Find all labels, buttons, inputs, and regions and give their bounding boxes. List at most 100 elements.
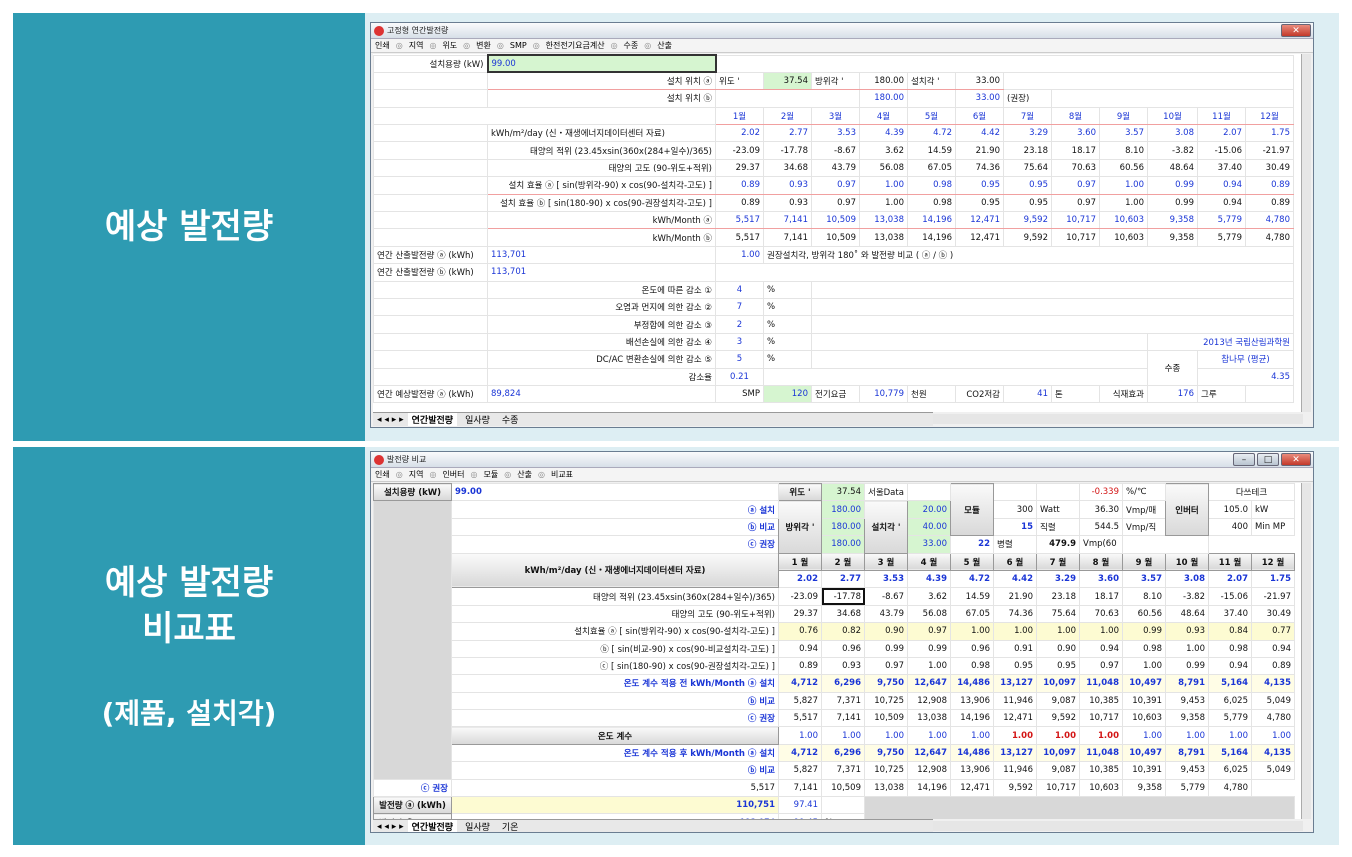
tab-nav-arrows-icon[interactable]: ◂ ◂ ▸ ▸ — [377, 415, 404, 425]
menu-item[interactable]: 지역 — [409, 469, 424, 480]
value-cell: 0.97 — [811, 193, 860, 213]
close-button[interactable]: ✕ — [1281, 24, 1311, 37]
loss-input[interactable]: 7 — [715, 297, 764, 317]
menu-item[interactable]: 인버터 — [442, 469, 464, 480]
tilt-value[interactable]: 40.00 — [907, 517, 951, 537]
month-header[interactable]: 8 월 — [1079, 552, 1123, 571]
horizontal-scrollbar[interactable] — [933, 414, 1303, 424]
month-header[interactable]: 12 월 — [1251, 552, 1295, 571]
declination-value: -23.09 — [778, 587, 822, 606]
temp-coef-button[interactable]: 온도 계수 — [451, 726, 779, 745]
latitude-value[interactable]: 37.54 — [763, 71, 812, 91]
generation-label[interactable]: 발전량 ⓐ (kWh) — [373, 796, 452, 815]
close-button[interactable]: ✕ — [1281, 453, 1311, 466]
module-value[interactable]: 15 — [993, 517, 1037, 537]
pre-temp-b-value: 9,453 — [1165, 691, 1209, 711]
module-value[interactable]: 300 — [993, 500, 1037, 519]
menu-item[interactable]: 인쇄 — [375, 40, 390, 51]
menu-item[interactable]: SMP — [510, 41, 527, 50]
tilt-button[interactable]: 설치각 ' — [864, 500, 908, 554]
irradiance-button[interactable]: kWh/m²/day (신・재생에너지데이터센터 자료) — [451, 552, 779, 589]
menu-item[interactable]: 변환 — [476, 40, 491, 51]
minimize-button[interactable]: – — [1233, 453, 1255, 466]
month-header: 8월 — [1051, 106, 1100, 126]
value-cell: 60.56 — [1099, 158, 1148, 178]
loss-input[interactable]: 4 — [715, 280, 764, 299]
post-temp-a-value: 13,127 — [993, 743, 1037, 763]
module-value[interactable]: 22 — [950, 535, 994, 554]
vertical-scrollbar[interactable] — [1301, 483, 1311, 819]
value-cell: -15.06 — [1197, 141, 1246, 160]
declination-label: 태양의 적위 (23.45xsin(360x(284+일수)/365) — [451, 587, 779, 606]
menu-item[interactable]: 모듈 — [484, 469, 499, 480]
efficiency-b-value: 0.94 — [1079, 639, 1123, 658]
value-cell: 9,592 — [1003, 211, 1052, 230]
value-cell: -3.82 — [1147, 141, 1198, 160]
menu-item[interactable]: 지역 — [409, 40, 424, 51]
inverter-button[interactable]: 인버터 — [1165, 483, 1209, 537]
post-temp-a-value: 12,647 — [907, 743, 951, 763]
latitude-value[interactable]: 37.54 — [821, 483, 865, 502]
azimuth-button[interactable]: 방위각 ' — [778, 500, 822, 554]
capacity-label[interactable]: 설치용량 (kW) — [373, 483, 452, 502]
month-header[interactable]: 11 월 — [1208, 552, 1252, 571]
value-cell: 10,717 — [1051, 211, 1100, 230]
month-header[interactable]: 6 월 — [993, 552, 1037, 571]
inverter-unit: Min MP — [1251, 517, 1295, 537]
menu-bar: 인쇄 ◎ 지역 ◎ 위도 ◎ 변환 ◎ SMP ◎ 한전전기요금계산 ◎ 수종 ◎ 산출 — [371, 39, 1313, 53]
sheet-tab[interactable]: 일사량 — [461, 820, 494, 832]
month-header[interactable]: 4 월 — [907, 552, 951, 571]
azimuth-value[interactable]: 180.00 — [821, 535, 865, 554]
loss-input[interactable]: 3 — [715, 332, 764, 352]
empty-cell — [993, 483, 1037, 502]
capacity-input[interactable]: 99.00 — [486, 54, 717, 74]
vertical-scrollbar[interactable] — [1301, 54, 1311, 412]
tilt-value[interactable]: 33.00 — [907, 535, 951, 554]
panel-heading-line1: 예상 발전량 — [104, 563, 274, 603]
month-header: 6월 — [955, 106, 1004, 126]
ratio-value: 1.00 — [715, 245, 764, 265]
empty-cell — [1003, 71, 1294, 91]
azimuth-value[interactable]: 180.00 — [859, 71, 908, 91]
tree-select[interactable]: 참나무 (평균) — [1197, 350, 1294, 369]
post-temp-c-value: 7,141 — [778, 778, 822, 798]
table-row: 설치 위치 ⓑ 180.00 33.00 (권장) — [373, 89, 1294, 108]
horizontal-scrollbar[interactable] — [933, 821, 1303, 831]
month-header[interactable]: 1 월 — [778, 552, 822, 571]
month-header[interactable]: 7 월 — [1036, 552, 1080, 571]
loss-input[interactable]: 2 — [715, 315, 764, 334]
latitude-label: 위도 ' — [715, 71, 764, 91]
loss-input[interactable]: 5 — [715, 350, 764, 369]
menu-item[interactable]: 인쇄 — [375, 469, 390, 480]
menu-item[interactable]: 한전전기요금계산 — [546, 40, 605, 51]
month-header[interactable]: 3 월 — [864, 552, 908, 571]
month-header[interactable]: 10 월 — [1165, 552, 1209, 571]
tilt-value[interactable]: 33.00 — [955, 71, 1004, 91]
row-label: 설치 효율 ⓐ [ sin(방위각-90) x cos(90-설치각-고도) ] — [487, 176, 716, 195]
menu-item[interactable]: 비교표 — [551, 469, 573, 480]
inverter-name: 다쓰테크 — [1208, 483, 1295, 502]
tab-nav-arrows-icon[interactable]: ◂ ◂ ▸ ▸ — [377, 822, 404, 832]
value-cell: 0.94 — [1197, 193, 1246, 213]
pre-temp-c-value: 7,141 — [821, 709, 865, 728]
menu-item[interactable]: 산출 — [517, 469, 532, 480]
sheet-tab[interactable]: 연간발전량 — [407, 820, 458, 832]
azimuth-value[interactable]: 180.00 — [821, 500, 865, 519]
month-header[interactable]: 2 월 — [821, 552, 865, 571]
sheet-tab[interactable]: 일사량 — [461, 413, 494, 426]
menu-item[interactable]: 산출 — [657, 40, 672, 51]
module-button[interactable]: 모듈 — [950, 483, 994, 537]
azimuth-value[interactable]: 180.00 — [821, 517, 865, 537]
menu-item[interactable]: 위도 — [442, 40, 457, 51]
month-header[interactable]: 9 월 — [1122, 552, 1166, 571]
empty-cell — [373, 106, 716, 126]
maximize-button[interactable]: □ — [1257, 453, 1279, 466]
latitude-button[interactable]: 위도 ' — [778, 483, 822, 502]
sheet-tab[interactable]: 수종 — [498, 413, 523, 426]
sheet-tab[interactable]: 기온 — [498, 820, 523, 832]
sheet-tab[interactable]: 연간발전량 — [407, 413, 458, 426]
month-header[interactable]: 5 월 — [950, 552, 994, 571]
smp-input[interactable]: 120 — [763, 384, 812, 404]
tilt-value[interactable]: 20.00 — [907, 500, 951, 519]
menu-item[interactable]: 수종 — [624, 40, 639, 51]
